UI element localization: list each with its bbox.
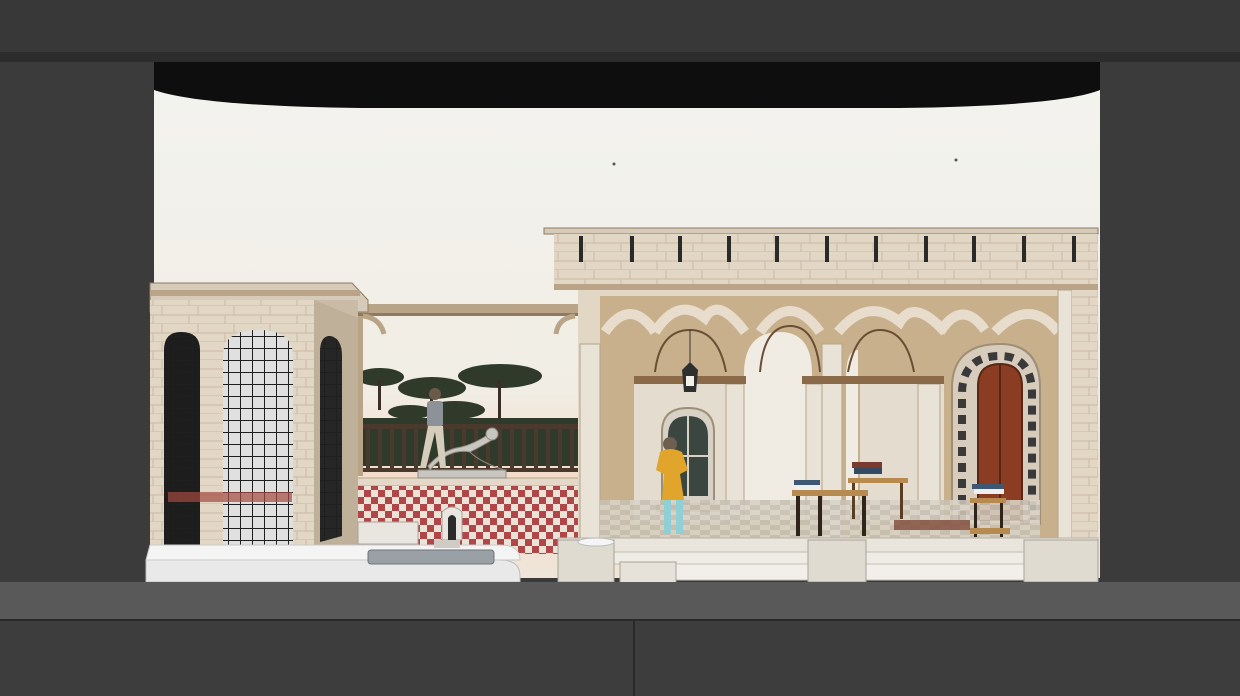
loggia-column: [917, 383, 941, 521]
proscenium-right: [1098, 56, 1240, 584]
stage-floor: [0, 582, 1240, 620]
loggia-column: [1057, 289, 1073, 541]
doorway-icon: [951, 342, 1041, 525]
fly-marker: [954, 158, 958, 162]
rug: [894, 520, 970, 530]
theatre-stage-render: [0, 0, 1240, 696]
stage-apron: [0, 620, 1240, 696]
proscenium-top: [0, 0, 1240, 54]
proscenium-header: [0, 52, 1240, 62]
masking-border: [154, 58, 1100, 108]
loggia-column: [725, 383, 745, 521]
right-building-top: [543, 227, 1099, 290]
fly-marker: [612, 162, 616, 166]
left-pavilion: [149, 282, 369, 552]
proscenium-left: [0, 56, 156, 584]
loggia-column: [579, 343, 601, 541]
